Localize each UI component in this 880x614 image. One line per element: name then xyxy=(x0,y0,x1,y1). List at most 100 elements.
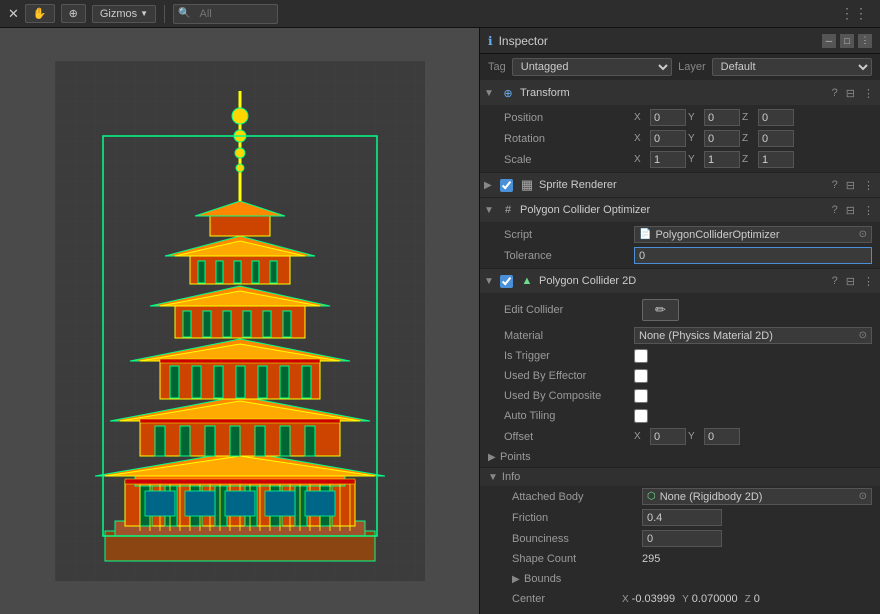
collider-menu-icon[interactable]: ⋮ xyxy=(861,275,876,288)
transform-settings-icon[interactable]: ⊟ xyxy=(844,87,857,100)
rotation-y-input[interactable] xyxy=(704,130,740,147)
bounds-section-header[interactable]: ▶ Bounds xyxy=(480,569,880,589)
position-x-input[interactable] xyxy=(650,109,686,126)
position-row: Position X Y Z xyxy=(480,107,880,128)
points-section-header[interactable]: ▶ Points xyxy=(480,447,880,467)
maximize-button[interactable]: □ xyxy=(840,34,854,48)
collider-enabled-checkbox[interactable] xyxy=(500,275,513,288)
pagoda-svg xyxy=(55,61,425,581)
info-section-header[interactable]: ▼ Info xyxy=(480,467,880,486)
sprite-renderer-header[interactable]: ▶ ▦ Sprite Renderer ? ⊟ ⋮ xyxy=(480,173,880,197)
optimizer-help-button[interactable]: ? xyxy=(830,204,840,217)
transform-component: ▼ ⊕ Transform ? ⊟ ⋮ Position X xyxy=(480,81,880,173)
auto-tiling-checkbox[interactable] xyxy=(634,409,648,423)
sprite-settings-icon[interactable]: ⊟ xyxy=(844,179,857,192)
polygon-collider-header[interactable]: ▼ ▲ Polygon Collider 2D ? ⊟ ⋮ xyxy=(480,269,880,293)
transform-help-button[interactable]: ? xyxy=(830,87,840,100)
friction-input[interactable] xyxy=(642,509,722,526)
optimizer-menu-icon[interactable]: ⋮ xyxy=(861,204,876,217)
used-by-effector-label: Used By Effector xyxy=(504,370,634,382)
inspector-icon: ℹ xyxy=(488,34,493,48)
points-label: Points xyxy=(500,451,531,463)
rotation-z-input[interactable] xyxy=(758,130,794,147)
attached-body-label: Attached Body xyxy=(512,491,642,503)
bounds-label: Bounds xyxy=(524,573,561,585)
hand-tool-button[interactable]: ✋ xyxy=(25,4,55,23)
cz-label: Z xyxy=(745,594,751,605)
center-value: X -0.03999 Y 0.070000 Z 0 xyxy=(622,593,872,605)
optimizer-icon: # xyxy=(500,202,516,218)
sx-label: X xyxy=(634,154,648,165)
auto-tiling-label: Auto Tiling xyxy=(504,410,634,422)
optimizer-body: Script 📄 PolygonColliderOptimizer ⊙ Tole… xyxy=(480,222,880,268)
sprite-renderer-component: ▶ ▦ Sprite Renderer ? ⊟ ⋮ xyxy=(480,173,880,198)
is-trigger-checkbox[interactable] xyxy=(634,349,648,363)
collider-settings-icon[interactable]: ⊟ xyxy=(844,275,857,288)
material-ref[interactable]: None (Physics Material 2D) ⊙ xyxy=(634,327,872,344)
material-label: Material xyxy=(504,330,634,342)
collider-name: Polygon Collider 2D xyxy=(539,275,826,287)
sprite-help-button[interactable]: ? xyxy=(830,179,840,192)
material-value-container: None (Physics Material 2D) ⊙ xyxy=(634,327,872,344)
sz-label: Z xyxy=(742,154,756,165)
collider-help-button[interactable]: ? xyxy=(830,275,840,288)
transform-body: Position X Y Z Rotation X xyxy=(480,105,880,172)
edit-collider-label: Edit Collider xyxy=(504,304,634,316)
scene-panel xyxy=(0,28,480,614)
shape-count-label: Shape Count xyxy=(512,553,642,565)
attached-body-row: Attached Body ⬡ None (Rigidbody 2D) ⊙ xyxy=(480,486,880,507)
script-value-container: 📄 PolygonColliderOptimizer ⊙ xyxy=(634,226,872,243)
bounciness-row: Bounciness xyxy=(480,528,880,549)
rotation-x-input[interactable] xyxy=(650,130,686,147)
polygon-optimizer-header[interactable]: ▼ # Polygon Collider Optimizer ? ⊟ ⋮ xyxy=(480,198,880,222)
chevron-down-icon: ▼ xyxy=(140,9,148,18)
optimizer-settings-icon[interactable]: ⊟ xyxy=(844,204,857,217)
script-ref[interactable]: 📄 PolygonColliderOptimizer ⊙ xyxy=(634,226,872,243)
position-z-input[interactable] xyxy=(758,109,794,126)
search-input[interactable] xyxy=(193,4,273,24)
is-trigger-row: Is Trigger xyxy=(480,346,880,366)
material-select-icon[interactable]: ⊙ xyxy=(859,330,867,341)
layer-label: Layer xyxy=(678,61,706,73)
scale-z-input[interactable] xyxy=(758,151,794,168)
bounciness-input[interactable] xyxy=(642,530,722,547)
sprite-enabled-checkbox[interactable] xyxy=(500,179,513,192)
layer-select[interactable]: Default xyxy=(712,58,872,76)
transform-menu-icon[interactable]: ⋮ xyxy=(861,87,876,100)
scale-y-input[interactable] xyxy=(704,151,740,168)
transform-tool-button[interactable]: ⊕ xyxy=(61,4,86,23)
position-y-input[interactable] xyxy=(704,109,740,126)
offset-row: Offset X Y xyxy=(480,426,880,447)
bounciness-value-container xyxy=(642,530,872,547)
attached-body-ref[interactable]: ⬡ None (Rigidbody 2D) ⊙ xyxy=(642,488,872,505)
offset-y-input[interactable] xyxy=(704,428,740,445)
used-by-composite-value xyxy=(634,389,872,403)
used-by-composite-checkbox[interactable] xyxy=(634,389,648,403)
transform-header[interactable]: ▼ ⊕ Transform ? ⊟ ⋮ xyxy=(480,81,880,105)
material-row: Material None (Physics Material 2D) ⊙ xyxy=(480,325,880,346)
ox-label: X xyxy=(634,431,648,442)
used-by-effector-value xyxy=(634,369,872,383)
tolerance-input[interactable] xyxy=(634,247,872,264)
menu-button[interactable]: ⋮ xyxy=(858,34,872,48)
scale-x-input[interactable] xyxy=(650,151,686,168)
minimize-button[interactable]: ─ xyxy=(822,34,836,48)
sprite-menu-icon[interactable]: ⋮ xyxy=(861,179,876,192)
edit-collider-button[interactable]: ✏ xyxy=(642,299,679,321)
shape-count-row: Shape Count 295 xyxy=(480,549,880,569)
tolerance-value-container xyxy=(634,247,872,264)
edit-collider-icon: ✏ xyxy=(655,302,666,318)
tag-select[interactable]: Untagged xyxy=(512,58,672,76)
info-expand-arrow: ▼ xyxy=(488,472,498,483)
offset-x-input[interactable] xyxy=(650,428,686,445)
more-options-icon[interactable]: ⋮⋮ xyxy=(836,5,872,22)
inspector-title: Inspector xyxy=(499,34,548,48)
script-select-icon[interactable]: ⊙ xyxy=(859,229,867,240)
sy-label: Y xyxy=(688,154,702,165)
gizmos-button[interactable]: Gizmos ▼ xyxy=(92,5,156,23)
attached-body-select-icon[interactable]: ⊙ xyxy=(859,491,867,502)
used-by-effector-checkbox[interactable] xyxy=(634,369,648,383)
optimizer-actions: ? ⊟ ⋮ xyxy=(830,204,876,217)
rigidbody-icon: ⬡ xyxy=(647,491,656,502)
window-buttons: ─ □ ⋮ xyxy=(822,34,872,48)
